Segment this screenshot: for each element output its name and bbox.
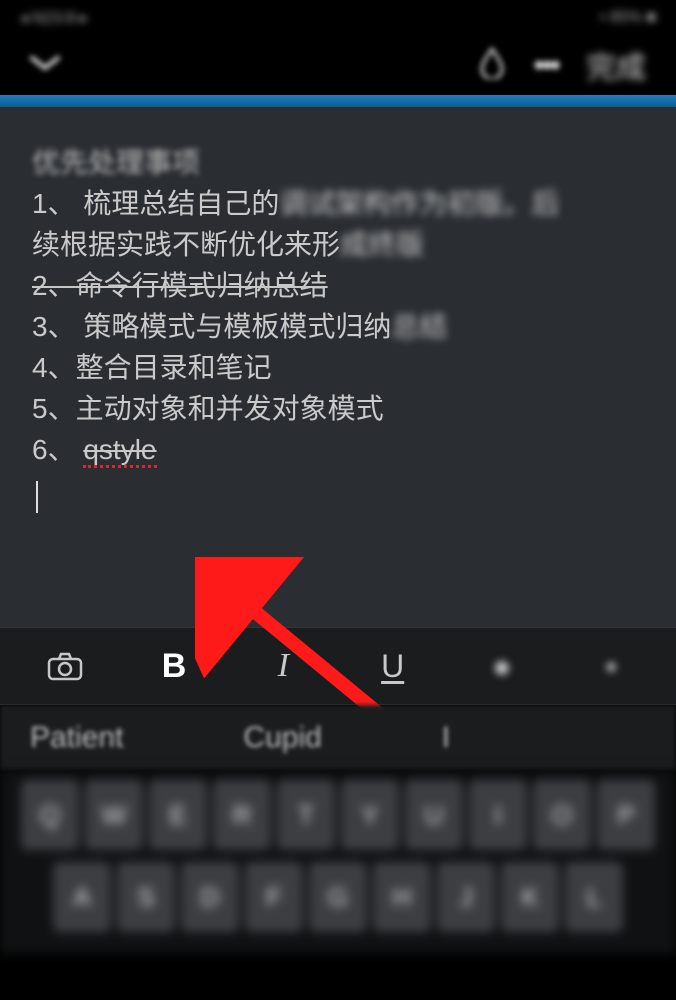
- format-button-blur2[interactable]: ▪: [581, 641, 641, 691]
- keyboard-row: ASDFGHJKL: [8, 862, 668, 932]
- status-bar: ◂ N23:8 ▸ • 85% ■: [0, 0, 676, 35]
- key-u[interactable]: U: [405, 780, 463, 850]
- suggestion-2[interactable]: Cupid: [243, 721, 321, 755]
- key-j[interactable]: J: [437, 862, 495, 932]
- list-item: 2、命令行模式归纳总结: [32, 265, 646, 306]
- key-w[interactable]: W: [85, 780, 143, 850]
- qstyle-text: qstyle: [83, 434, 156, 468]
- list-item: 6、 qstyle: [32, 429, 646, 470]
- key-i[interactable]: I: [469, 780, 527, 850]
- list-item: 3、 策略模式与模板模式归纳总结: [32, 306, 646, 347]
- key-k[interactable]: K: [501, 862, 559, 932]
- list-item: 4、整合目录和笔记: [32, 347, 646, 388]
- camera-icon: [47, 651, 83, 681]
- key-a[interactable]: A: [53, 862, 111, 932]
- app-header: ••• 完成: [0, 35, 676, 95]
- key-q[interactable]: Q: [21, 780, 79, 850]
- collapse-button[interactable]: [30, 54, 60, 77]
- key-y[interactable]: Y: [341, 780, 399, 850]
- key-h[interactable]: H: [373, 862, 431, 932]
- format-button-blur1[interactable]: ●: [472, 641, 532, 691]
- bold-button[interactable]: B: [144, 641, 204, 691]
- list-item: 续根据实践不断优化来形成终版: [32, 224, 646, 265]
- chevron-down-icon: [30, 54, 60, 72]
- key-l[interactable]: L: [565, 862, 623, 932]
- suggestion-3[interactable]: I: [442, 721, 450, 755]
- keyboard: QWERTYUIOP ASDFGHJKL: [0, 770, 676, 954]
- format-toolbar: B I U ● ▪: [0, 627, 676, 705]
- list-item: 5、主动对象和并发对象模式: [32, 388, 646, 429]
- key-o[interactable]: O: [533, 780, 591, 850]
- key-t[interactable]: T: [277, 780, 335, 850]
- status-left: ◂ N23:8 ▸: [20, 8, 88, 28]
- suggestion-1[interactable]: Patient: [30, 721, 123, 755]
- keyboard-row: QWERTYUIOP: [8, 780, 668, 850]
- underline-button[interactable]: U: [363, 641, 423, 691]
- status-right: • 85% ■: [600, 9, 656, 27]
- keyboard-suggestions: Patient Cupid I: [0, 705, 676, 770]
- note-title: 优先处理事项: [32, 142, 646, 183]
- key-d[interactable]: D: [181, 862, 239, 932]
- key-s[interactable]: S: [117, 862, 175, 932]
- key-r[interactable]: R: [213, 780, 271, 850]
- more-button[interactable]: •••: [533, 47, 558, 84]
- list-item: 1、 梳理总结自己的调试架构作为初版。后: [32, 183, 646, 224]
- key-f[interactable]: F: [245, 862, 303, 932]
- key-p[interactable]: P: [597, 780, 655, 850]
- droplet-icon: [479, 47, 505, 79]
- selection-border: [0, 95, 676, 107]
- key-e[interactable]: E: [149, 780, 207, 850]
- done-button[interactable]: 完成: [586, 43, 646, 87]
- camera-button[interactable]: [35, 641, 95, 691]
- text-cursor: [36, 481, 38, 513]
- key-g[interactable]: G: [309, 862, 367, 932]
- share-button[interactable]: [479, 47, 505, 84]
- italic-button[interactable]: I: [253, 641, 313, 691]
- note-editor[interactable]: 优先处理事项 1、 梳理总结自己的调试架构作为初版。后 续根据实践不断优化来形成…: [0, 107, 676, 627]
